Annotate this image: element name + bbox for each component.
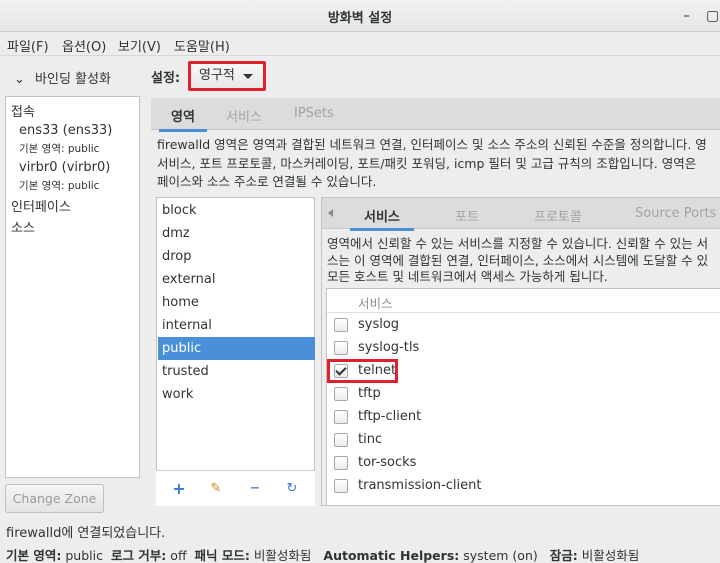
tab-services[interactable]: 서비스 [226, 106, 262, 125]
menu-options[interactable]: 옵션(O) [62, 36, 106, 55]
service-row: syslog [327, 314, 720, 337]
zone-description-line: firewalld 영역은 영역과 결합된 네트워크 연결, 인터페이스 및 소… [157, 137, 707, 152]
zone-item-selected[interactable]: public [158, 337, 315, 360]
service-name: syslog [358, 317, 400, 332]
add-icon[interactable]: + [171, 481, 187, 497]
services-description: 영역에서 신뢰할 수 있는 서비스를 지정할 수 있습니다. 신뢰할 수 있는 … [327, 236, 720, 286]
zone-toolbar: + ✎ − ↻ [156, 470, 315, 506]
service-checkbox[interactable] [334, 433, 348, 447]
service-checkbox[interactable] [334, 318, 348, 332]
menu-help[interactable]: 도움말(H) [174, 36, 230, 55]
sources-header: 소스 [11, 221, 35, 236]
automatic-helpers-label: Automatic Helpers: [323, 548, 460, 563]
zone-item[interactable]: drop [158, 245, 315, 268]
default-zone-value: public [65, 548, 103, 563]
binding-toggle-label: 바인딩 활성화 [35, 72, 111, 87]
dropdown-caret-icon [243, 74, 253, 79]
connection-item-zone: 기본 영역: public [19, 180, 100, 192]
tab-zones[interactable]: 영역 [159, 106, 207, 132]
connections-list: 접속 ens33 (ens33) 기본 영역: public virbr0 (v… [5, 96, 140, 478]
minimize-icon[interactable]: – [683, 8, 690, 24]
service-name: syslog-tls [358, 340, 420, 355]
top-tabs: 영역 서비스 IPSets [151, 98, 720, 132]
edit-icon[interactable]: ✎ [208, 481, 224, 497]
service-name: tor-socks [358, 455, 417, 470]
connection-item-name[interactable]: virbr0 (virbr0) [19, 160, 110, 175]
service-name: tftp-client [358, 409, 422, 424]
service-checkbox[interactable] [334, 479, 348, 493]
tab-zone-source-ports[interactable]: Source Ports [635, 206, 716, 221]
panic-mode-label: 패닉 모드: [194, 548, 250, 563]
menu-view[interactable]: 보기(V) [118, 36, 161, 55]
zone-item[interactable]: external [158, 268, 315, 291]
tab-zone-protocols[interactable]: 프로토콜 [534, 206, 582, 225]
zone-item[interactable]: block [158, 199, 315, 222]
services-column-header[interactable]: 서비스 [358, 293, 393, 312]
service-checkbox[interactable] [334, 387, 348, 401]
lockdown-value: 비활성화됨 [581, 548, 640, 563]
service-row: tftp [327, 383, 720, 406]
services-list: 서비스 syslog syslog-tls telnet tftp tftp-c… [326, 288, 720, 506]
service-row: tor-socks [327, 452, 720, 475]
connections-header: 접속 [11, 105, 35, 120]
service-checkbox[interactable] [334, 341, 348, 355]
connection-item-name[interactable]: ens33 (ens33) [19, 123, 112, 138]
service-checkbox[interactable] [334, 456, 348, 470]
service-row: tftp-client [327, 406, 720, 429]
maximize-icon[interactable]: ▢ [706, 8, 719, 24]
service-checkbox[interactable] [334, 410, 348, 424]
zone-list: block dmz drop external home internal pu… [156, 197, 315, 506]
service-row: transmission-client [327, 475, 720, 498]
status-bar: 기본 영역: public 로그 거부: off 패닉 모드: 비활성화됨 Au… [6, 545, 639, 563]
log-denied-label: 로그 거부: [110, 548, 167, 563]
zone-description: firewalld 영역은 영역과 결합된 네트워크 연결, 인터페이스 및 소… [157, 136, 720, 192]
tab-scroll-left-icon[interactable] [328, 209, 333, 217]
window-title: 방화벽 설정 [327, 11, 393, 26]
status-message: firewalld에 연결되었습니다. [6, 526, 166, 541]
config-label: 설정: [151, 71, 181, 86]
service-row: syslog-tls [327, 337, 720, 360]
tab-ipsets[interactable]: IPSets [294, 106, 334, 121]
lockdown-label: 잠금: [549, 548, 578, 563]
tab-zone-services[interactable]: 서비스 [350, 206, 414, 231]
zone-item[interactable]: dmz [158, 222, 315, 245]
config-select-value: 영구적 [199, 68, 235, 83]
services-description-line: 모든 호스트 및 네트워크에서 액세스 가능하게 됩니다. [327, 269, 608, 284]
service-name: telnet [358, 363, 397, 378]
zone-item[interactable]: trusted [158, 360, 315, 383]
zone-item[interactable]: work [158, 383, 315, 406]
services-description-line: 영역에서 신뢰할 수 있는 서비스를 지정할 수 있습니다. 신뢰할 수 있는 … [327, 236, 709, 251]
services-description-line: 스는 이 영역에 결합된 연결, 인터페이스, 소스에서 시스템에 도달할 수 … [327, 252, 709, 268]
connection-item-zone: 기본 영역: public [19, 143, 100, 155]
title-bar: 방화벽 설정 – ▢ [0, 0, 720, 32]
chevron-down-icon: ⌄ [14, 72, 25, 87]
remove-icon[interactable]: − [247, 481, 263, 497]
service-row: telnet [327, 360, 720, 383]
service-checkbox-checked[interactable] [334, 364, 348, 378]
change-zone-button[interactable]: Change Zone [5, 484, 104, 513]
config-select[interactable]: 영구적 [188, 61, 266, 91]
zone-item[interactable]: home [158, 291, 315, 314]
binding-toggle[interactable]: ⌄ 바인딩 활성화 [14, 68, 111, 87]
zone-description-line: 서비스, 포트 프로토콜, 마스커레이딩, 포트/패킷 포워딩, icmp 필터… [157, 155, 697, 171]
tab-zone-ports[interactable]: 포트 [455, 206, 479, 225]
log-denied-value: off [170, 548, 187, 563]
zone-item[interactable]: internal [158, 314, 315, 337]
menu-bar: 파일(F) 옵션(O) 보기(V) 도움말(H) [0, 32, 720, 56]
service-name: transmission-client [358, 478, 482, 493]
menu-file[interactable]: 파일(F) [7, 36, 49, 55]
zone-detail-tabs: 서비스 포트 프로토콜 Source Ports [322, 198, 720, 231]
zone-description-line: 페이스와 소스 주소로 연결될 수 있습니다. [157, 174, 377, 189]
service-row: tinc [327, 429, 720, 452]
interfaces-header: 인터페이스 [11, 200, 71, 215]
reload-icon[interactable]: ↻ [284, 481, 300, 497]
panic-mode-value: 비활성화됨 [253, 548, 312, 563]
automatic-helpers-value: system (on) [463, 548, 538, 563]
service-name: tinc [358, 432, 383, 447]
services-list-header: 서비스 [327, 289, 720, 313]
service-name: tftp [358, 386, 381, 401]
default-zone-label: 기본 영역: [6, 548, 62, 563]
